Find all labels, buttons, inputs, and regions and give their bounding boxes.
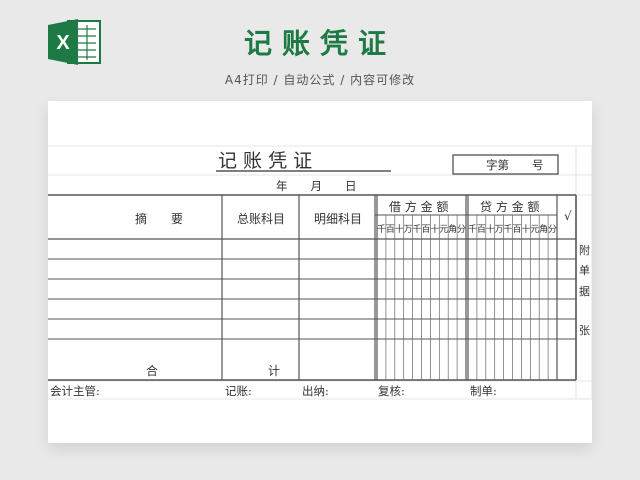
digit-unit-label: 角: [539, 223, 548, 235]
digit-unit-label: 分: [457, 224, 466, 235]
debit-amount-header: 借 方 金 额: [389, 199, 448, 214]
attachment-label: 据: [579, 284, 590, 298]
table-row[interactable]: [48, 339, 576, 359]
general-account-header: 总账科目: [237, 212, 285, 226]
template-header: X 记账凭证 A4打印 / 自动公式 / 内容可修改: [0, 0, 640, 100]
total-label-he: 合: [146, 363, 158, 378]
page-title: 记账凭证: [243, 27, 396, 60]
attachment-labels: 附单据张: [579, 243, 590, 337]
voucher-table: [48, 194, 577, 381]
footer-preparer: 制单:: [470, 384, 497, 398]
digit-unit-label: 百: [421, 224, 430, 235]
digit-unit-label: 元: [439, 225, 448, 235]
excel-icon: X: [48, 19, 101, 65]
footer-bookkeeper: 记账:: [225, 384, 252, 398]
voucher-sheet: 记 账 凭 证 字第 号 年 月 日 摘 要 总账科目 明细科目 借 方 金 额…: [48, 101, 592, 443]
digit-unit-label: 万: [404, 225, 413, 235]
digit-unit-label: 千: [504, 224, 513, 235]
date-label: 年 月 日: [276, 179, 357, 193]
footer-cashier: 出纳:: [302, 384, 329, 398]
table-row[interactable]: [48, 239, 576, 259]
digit-unit-label: 千: [377, 224, 386, 235]
voucher-number-label: 字第 号: [486, 158, 544, 172]
digit-unit-label: 十: [430, 223, 439, 235]
footer-supervisor: 会计主管:: [50, 384, 100, 398]
footer-reviewer: 复核:: [378, 384, 405, 398]
digit-unit-label: 十: [521, 223, 530, 235]
table-row[interactable]: [48, 279, 576, 299]
detail-account-header: 明细科目: [314, 212, 362, 226]
digit-unit-label: 角: [448, 223, 457, 235]
table-row[interactable]: [48, 259, 576, 279]
voucher-grid: 记 账 凭 证 字第 号 年 月 日 摘 要 总账科目 明细科目 借 方 金 额…: [48, 145, 592, 400]
check-mark-header: √: [564, 209, 572, 223]
digit-unit-label: 万: [495, 225, 504, 235]
attachment-label: 附: [579, 243, 590, 257]
attachment-label: 单: [579, 264, 590, 277]
table-row[interactable]: [48, 299, 576, 319]
attachment-label: 张: [579, 324, 590, 337]
summary-header: 摘 要: [135, 211, 183, 226]
total-label-ji: 计: [268, 364, 280, 378]
page-subtitle: A4打印 / 自动公式 / 内容可修改: [224, 73, 416, 87]
table-row[interactable]: [48, 319, 576, 339]
digit-unit-label: 百: [477, 224, 486, 235]
digit-unit-label: 千: [468, 224, 477, 235]
voucher-title: 记 账 凭 证: [218, 150, 312, 172]
digit-unit-label: 分: [548, 224, 557, 235]
credit-amount-header: 贷 方 金 额: [480, 199, 539, 214]
digit-unit-label: 十: [395, 223, 404, 235]
digit-unit-label: 百: [386, 224, 395, 235]
digit-unit-label: 百: [512, 224, 521, 235]
digit-unit-labels: 千百十万千百十元角分千百十万千百十元角分: [377, 223, 557, 235]
digit-unit-label: 十: [486, 223, 495, 235]
excel-logo-letter: X: [56, 32, 70, 54]
digit-unit-label: 千: [413, 224, 422, 235]
digit-unit-label: 元: [530, 225, 539, 235]
